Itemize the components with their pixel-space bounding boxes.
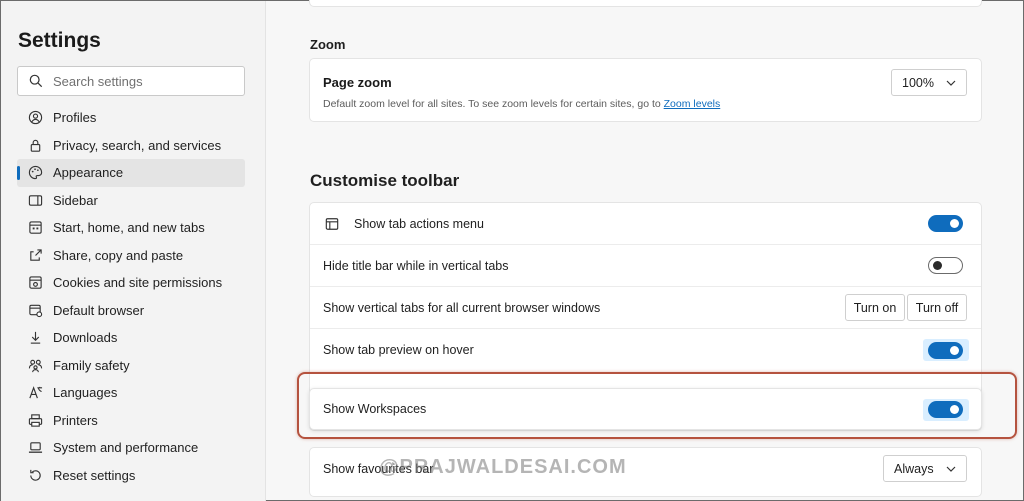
settings-nav: Profiles Privacy, search, and services A… bbox=[17, 104, 245, 489]
sidebar-icon bbox=[27, 192, 43, 208]
workspaces-toggle[interactable] bbox=[928, 401, 963, 418]
sidebar-item-label: Privacy, search, and services bbox=[53, 137, 222, 153]
family-icon bbox=[27, 357, 43, 373]
sidebar-item-label: Cookies and site permissions bbox=[53, 275, 223, 291]
sidebar-item-label: Sidebar bbox=[53, 192, 98, 208]
page-zoom-description: Default zoom level for all sites. To see… bbox=[323, 98, 720, 110]
sidebar-item-privacy[interactable]: Privacy, search, and services bbox=[17, 132, 245, 160]
turn-on-button[interactable]: Turn on bbox=[845, 294, 905, 321]
tab-actions-toggle[interactable] bbox=[928, 215, 963, 232]
sidebar-item-label: Family safety bbox=[53, 357, 130, 373]
search-settings-box[interactable] bbox=[17, 66, 245, 96]
sidebar-item-label: Languages bbox=[53, 385, 118, 401]
cookie-icon bbox=[27, 275, 43, 291]
printer-icon bbox=[27, 412, 43, 428]
row-label: Show Workspaces bbox=[323, 402, 427, 416]
sidebar-item-system[interactable]: System and performance bbox=[17, 434, 245, 462]
browser-icon bbox=[27, 302, 43, 318]
page-zoom-title: Page zoom bbox=[323, 75, 392, 90]
zoom-description-text: Default zoom level for all sites. To see… bbox=[323, 98, 661, 110]
lock-icon bbox=[27, 137, 43, 153]
palette-icon bbox=[27, 165, 43, 181]
hide-title-bar-toggle[interactable] bbox=[928, 257, 963, 274]
row-label: Show vertical tabs for all current brows… bbox=[323, 300, 601, 315]
sidebar-item-label: Reset settings bbox=[53, 467, 136, 483]
sidebar-item-cookies[interactable]: Cookies and site permissions bbox=[17, 269, 245, 297]
row-label: Hide title bar while in vertical tabs bbox=[323, 258, 509, 273]
home-tabs-icon bbox=[27, 220, 43, 236]
tab-preview-toggle[interactable] bbox=[928, 341, 963, 359]
sidebar-item-label: Profiles bbox=[53, 110, 97, 126]
row-tab-preview: Show tab preview on hover bbox=[310, 329, 981, 371]
laptop-icon bbox=[27, 440, 43, 456]
zoom-section-label: Zoom bbox=[310, 37, 346, 52]
chevron-down-icon bbox=[946, 466, 956, 472]
favourites-bar-value: Always bbox=[894, 461, 934, 476]
row-show-tab-actions: Show tab actions menu bbox=[310, 203, 981, 245]
watermark-text: @PRAJWALDESAI.COM bbox=[379, 456, 627, 478]
sidebar-item-reset[interactable]: Reset settings bbox=[17, 462, 245, 490]
sidebar-item-label: System and performance bbox=[53, 440, 199, 456]
page-zoom-dropdown[interactable]: 100% bbox=[891, 69, 967, 96]
sidebar-item-sidebar[interactable]: Sidebar bbox=[17, 187, 245, 215]
language-icon bbox=[27, 385, 43, 401]
share-icon bbox=[27, 247, 43, 263]
row-label: Show tab preview on hover bbox=[323, 343, 474, 357]
sidebar-item-profiles[interactable]: Profiles bbox=[17, 104, 245, 132]
turn-off-button[interactable]: Turn off bbox=[907, 294, 967, 321]
previous-card-edge bbox=[309, 0, 982, 7]
row-label: Show tab actions menu bbox=[354, 216, 484, 231]
sidebar-item-label: Downloads bbox=[53, 330, 118, 346]
sidebar-item-share[interactable]: Share, copy and paste bbox=[17, 242, 245, 270]
sidebar-item-start-home[interactable]: Start, home, and new tabs bbox=[17, 214, 245, 242]
favourites-bar-dropdown[interactable]: Always bbox=[883, 455, 967, 482]
sidebar-item-family-safety[interactable]: Family safety bbox=[17, 352, 245, 380]
sidebar-item-appearance[interactable]: Appearance bbox=[17, 159, 245, 187]
sidebar-item-label: Printers bbox=[53, 412, 98, 428]
settings-title: Settings bbox=[18, 29, 101, 52]
chevron-down-icon bbox=[946, 80, 956, 86]
sidebar-item-printers[interactable]: Printers bbox=[17, 407, 245, 435]
search-settings-input[interactable] bbox=[53, 73, 223, 89]
row-vertical-tabs: Show vertical tabs for all current brows… bbox=[310, 287, 981, 329]
settings-content: Zoom Page zoom Default zoom level for al… bbox=[267, 0, 1024, 501]
row-hide-title-bar: Hide title bar while in vertical tabs bbox=[310, 245, 981, 287]
download-icon bbox=[27, 330, 43, 346]
profile-icon bbox=[27, 110, 43, 126]
search-icon bbox=[29, 74, 43, 88]
page-zoom-card: Page zoom Default zoom level for all sit… bbox=[309, 58, 982, 122]
sidebar-item-label: Share, copy and paste bbox=[53, 247, 184, 263]
reset-icon bbox=[27, 467, 43, 483]
customise-toolbar-heading: Customise toolbar bbox=[310, 171, 460, 190]
sidebar-item-languages[interactable]: Languages bbox=[17, 379, 245, 407]
tab-actions-icon bbox=[325, 218, 339, 230]
settings-sidebar: Settings Profiles Privacy, search, and s… bbox=[1, 1, 266, 501]
zoom-levels-link[interactable]: Zoom levels bbox=[664, 98, 721, 110]
row-show-workspaces: Show Workspaces bbox=[309, 388, 982, 430]
sidebar-item-downloads[interactable]: Downloads bbox=[17, 324, 245, 352]
sidebar-item-label: Default browser bbox=[53, 302, 145, 318]
page-zoom-value: 100% bbox=[902, 75, 934, 90]
sidebar-item-label: Appearance bbox=[53, 165, 124, 181]
sidebar-item-label: Start, home, and new tabs bbox=[53, 220, 205, 236]
sidebar-item-default-browser[interactable]: Default browser bbox=[17, 297, 245, 325]
